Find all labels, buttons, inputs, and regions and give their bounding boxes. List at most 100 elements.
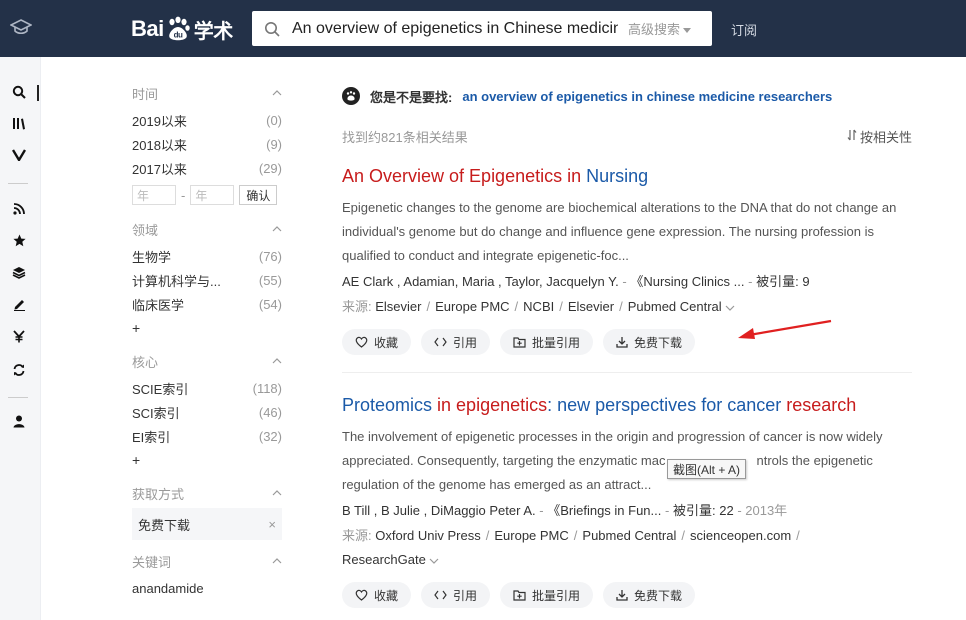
source-link[interactable]: Oxford Univ Press — [375, 528, 480, 543]
filter-time: 时间 2019以来 (0) 2018以来 (9) 2017以来 (29) 年 - 年 … — [132, 78, 282, 210]
source-separator: / — [485, 528, 490, 543]
filter-item[interactable]: SCI索引 (46) — [132, 400, 282, 424]
title-segment: : — [547, 395, 558, 415]
search-icon — [252, 21, 292, 37]
sort-button[interactable]: 按相关性 — [847, 127, 912, 146]
filter-label: EI索引 — [132, 429, 171, 445]
year-to-input[interactable]: 年 — [190, 185, 235, 205]
year-from-input[interactable]: 年 — [132, 185, 176, 205]
cited-label: 被引量: — [672, 503, 716, 518]
filter-field-header[interactable]: 领域 — [132, 214, 282, 244]
year-separator: - — [181, 187, 186, 203]
filter-item[interactable]: 计算机科学与... (55) — [132, 268, 282, 292]
source-separator: / — [559, 299, 563, 314]
chevron-up-icon[interactable] — [272, 556, 282, 566]
cite-button[interactable]: 引用 — [421, 582, 491, 608]
filter-label: 计算机科学与... — [132, 273, 221, 289]
result-journal[interactable]: 《Briefings in Fun... — [547, 503, 661, 518]
source-separator: / — [681, 528, 685, 543]
result-meta: AE Clark , Adamian, Maria , Taylor, Jacq… — [342, 270, 912, 294]
baidu-scholar-logo[interactable]: Bai du 学术 — [131, 12, 233, 46]
source-link[interactable]: Elsevier — [375, 299, 421, 314]
filter-access: 获取方式 免费下载 × — [132, 478, 282, 540]
year-confirm-button[interactable]: 确认 — [239, 185, 278, 205]
cited-count[interactable]: 9 — [802, 274, 809, 289]
filter-item[interactable]: SCIE索引 (118) — [132, 376, 282, 400]
chevron-up-icon[interactable] — [272, 356, 282, 366]
rail-notes[interactable] — [0, 296, 38, 316]
close-icon[interactable]: × — [268, 517, 276, 532]
filter-label: 2017以来 — [132, 161, 187, 177]
did-you-mean-link[interactable]: an overview of epigenetics in chinese me… — [462, 89, 832, 104]
filter-item[interactable]: 生物学 (76) — [132, 244, 282, 268]
result-authors[interactable]: AE Clark , Adamian, Maria , Taylor, Jacq… — [342, 274, 619, 289]
filter-keywords-header[interactable]: 关键词 — [132, 546, 282, 576]
filter-title: 时间 — [132, 86, 159, 102]
cite-button[interactable]: 引用 — [421, 329, 491, 355]
subscribe-link[interactable]: 订阅 — [731, 20, 757, 39]
chevron-up-icon[interactable] — [272, 224, 282, 234]
filter-more-button[interactable]: + — [132, 448, 282, 472]
filter-item[interactable]: 2018以来 (9) — [132, 132, 282, 156]
batch-cite-button[interactable]: 批量引用 — [500, 582, 594, 608]
svg-text:du: du — [173, 31, 182, 40]
rail-layers[interactable] — [0, 264, 38, 284]
rail-favorites[interactable] — [0, 232, 38, 252]
chevron-down-icon[interactable] — [725, 299, 735, 314]
rail-home[interactable] — [0, 0, 41, 57]
search-box[interactable]: 高级搜索 — [252, 11, 712, 46]
filter-more-button[interactable]: + — [132, 316, 282, 340]
chevron-up-icon[interactable] — [272, 488, 282, 498]
rail-search[interactable] — [0, 83, 39, 103]
collect-button[interactable]: 收藏 — [342, 329, 412, 355]
rail-purchase[interactable] — [0, 328, 38, 348]
filter-item[interactable]: EI索引 (32) — [132, 424, 282, 448]
filter-label: 2018以来 — [132, 137, 187, 153]
source-link[interactable]: scienceopen.com — [690, 528, 791, 543]
v-icon — [11, 148, 27, 164]
result-title[interactable]: An Overview of Epigenetics in Nursing — [342, 164, 912, 188]
filter-label: 临床医学 — [132, 297, 185, 313]
source-link[interactable]: Pubmed Central — [582, 528, 676, 543]
result-authors[interactable]: B Till , B Julie , DiMaggio Peter A. — [342, 503, 536, 518]
refresh-icon — [12, 363, 26, 380]
filter-label: anandamide — [132, 580, 204, 596]
advanced-search-button[interactable]: 高级搜索 — [628, 19, 692, 38]
filter-access-header[interactable]: 获取方式 — [132, 478, 282, 508]
filter-item[interactable]: 2017以来 (29) — [132, 156, 282, 180]
free-download-button[interactable]: 免费下载 — [603, 582, 696, 608]
library-icon — [12, 117, 26, 133]
batch-cite-button[interactable]: 批量引用 — [500, 329, 594, 355]
filter-item[interactable]: 2019以来 (0) — [132, 108, 282, 132]
rail-profile[interactable] — [0, 413, 38, 433]
collect-button[interactable]: 收藏 — [342, 582, 412, 608]
rail-v[interactable] — [0, 146, 38, 166]
cited-count[interactable]: 22 — [719, 503, 733, 518]
result-title[interactable]: Proteomics in epigenetics: new perspecti… — [342, 393, 912, 417]
filter-item[interactable]: 临床医学 (54) — [132, 292, 282, 316]
active-filter-chip[interactable]: 免费下载 × — [132, 508, 282, 540]
chevron-up-icon[interactable] — [272, 88, 282, 98]
source-link[interactable]: Europe PMC — [435, 299, 509, 314]
screenshot-tooltip: 截图(Alt + A) — [667, 459, 747, 479]
rail-library[interactable] — [0, 115, 38, 135]
filter-time-header[interactable]: 时间 — [132, 78, 282, 108]
filter-core-header[interactable]: 核心 — [132, 346, 282, 376]
rail-rss[interactable] — [0, 200, 38, 220]
search-input[interactable] — [292, 19, 618, 38]
source-link[interactable]: Pubmed Central — [628, 299, 722, 314]
advanced-search-label: 高级搜索 — [628, 22, 681, 37]
source-link[interactable]: Europe PMC — [494, 528, 568, 543]
source-link[interactable]: Elsevier — [568, 299, 614, 314]
year-range: 年 - 年 确认 — [132, 180, 282, 210]
rail-sync[interactable] — [0, 361, 38, 381]
chevron-down-icon[interactable] — [429, 552, 439, 567]
source-link[interactable]: NCBI — [523, 299, 554, 314]
result-journal[interactable]: 《Nursing Clinics ... — [630, 274, 744, 289]
filter-count: (32) — [258, 428, 282, 444]
abstract-fragment: ntrols the epigenetic — [756, 453, 873, 468]
free-download-button[interactable]: 免费下载 — [603, 329, 696, 355]
source-link[interactable]: ResearchGate — [342, 552, 426, 567]
did-you-mean-label: 您是不是要找: — [370, 89, 453, 105]
filter-item[interactable]: anandamide — [132, 576, 282, 600]
